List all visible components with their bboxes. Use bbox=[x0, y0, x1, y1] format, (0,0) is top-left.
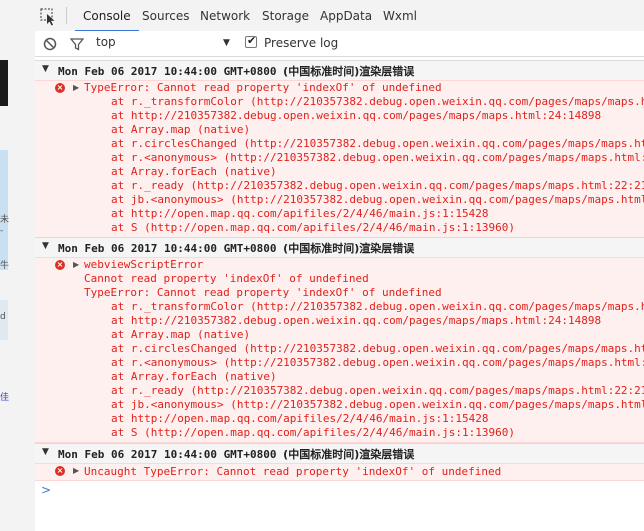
tab-appdata[interactable]: AppData bbox=[320, 0, 372, 31]
error-line: Cannot read property 'indexOf' of undefi… bbox=[84, 272, 369, 285]
console-group-header[interactable]: ▼ Mon Feb 06 2017 10:44:00 GMT+0800 (中国标… bbox=[35, 60, 644, 81]
stack-line[interactable]: at r._transformColor (http://210357382.d… bbox=[111, 95, 644, 109]
stack-line: at Array.map (native) bbox=[111, 328, 251, 341]
stack-line[interactable]: at r._ready (http://210357382.debug.open… bbox=[111, 179, 644, 193]
chevron-down-icon: ▼ bbox=[223, 38, 230, 48]
tab-sources[interactable]: Sources bbox=[142, 0, 189, 31]
console-group-header[interactable]: ▼ Mon Feb 06 2017 10:44:00 GMT+0800 (中国标… bbox=[35, 237, 644, 258]
stack-line: at Array.map (native) bbox=[111, 123, 251, 136]
background-char: 佳 bbox=[0, 393, 10, 403]
console-output: ▼ Mon Feb 06 2017 10:44:00 GMT+0800 (中国标… bbox=[35, 57, 644, 531]
prompt-chevron-icon: > bbox=[41, 483, 52, 497]
console-toolbar: top ▼ ✔ Preserve log bbox=[35, 31, 644, 57]
error-line: TypeError: Cannot read property 'indexOf… bbox=[84, 286, 442, 299]
devtools-panel: Console Sources Network Storage AppData … bbox=[35, 0, 644, 531]
background-char: 未 bbox=[0, 215, 10, 225]
preserve-log-label[interactable]: Preserve log bbox=[264, 36, 338, 50]
stack-line[interactable]: at S (http://open.map.qq.com/apifiles/2/… bbox=[111, 426, 515, 440]
stack-line[interactable]: at S (http://open.map.qq.com/apifiles/2/… bbox=[111, 221, 515, 235]
inspect-element-icon[interactable] bbox=[37, 5, 59, 27]
stack-line: at Array.forEach (native) bbox=[111, 370, 277, 383]
stack-line[interactable]: at r._transformColor (http://210357382.d… bbox=[111, 300, 644, 314]
triangle-down-icon: ▼ bbox=[42, 64, 49, 74]
group-timestamp: Mon Feb 06 2017 10:44:00 GMT+0800 (中国标准时… bbox=[58, 242, 415, 255]
error-icon: × bbox=[55, 83, 65, 93]
error-icon: × bbox=[55, 466, 65, 476]
error-message: × ▶ Uncaught TypeError: Cannot read prop… bbox=[35, 463, 644, 481]
tab-separator bbox=[66, 7, 67, 24]
stack-line[interactable]: at r.circlesChanged (http://210357382.de… bbox=[111, 137, 644, 151]
context-select-value: top bbox=[96, 35, 116, 49]
background-dark-block bbox=[0, 60, 8, 106]
error-line: webviewScriptError bbox=[84, 258, 204, 271]
error-line: TypeError: Cannot read property 'indexOf… bbox=[84, 81, 442, 94]
group-timestamp: Mon Feb 06 2017 10:44:00 GMT+0800 (中国标准时… bbox=[58, 448, 415, 461]
tab-wxml[interactable]: Wxml bbox=[383, 0, 417, 31]
background-map-block bbox=[0, 150, 8, 270]
error-icon: × bbox=[55, 260, 65, 270]
stack-line[interactable]: at r.<anonymous> (http://210357382.debug… bbox=[111, 356, 644, 370]
stack-line: at Array.forEach (native) bbox=[111, 165, 277, 178]
console-group-header[interactable]: ▼ Mon Feb 06 2017 10:44:00 GMT+0800 (中国标… bbox=[35, 443, 644, 464]
error-message: × ▶ TypeError: Cannot read property 'ind… bbox=[35, 80, 644, 238]
stack-line[interactable]: at http://open.map.qq.com/apifiles/2/4/4… bbox=[111, 207, 489, 221]
stack-line[interactable]: at jb.<anonymous> (http://210357382.debu… bbox=[111, 193, 644, 207]
tab-console[interactable]: Console bbox=[75, 0, 139, 32]
stack-line[interactable]: at jb.<anonymous> (http://210357382.debu… bbox=[111, 398, 644, 412]
preserve-log-checkbox[interactable]: ✔ bbox=[245, 34, 257, 48]
triangle-down-icon: ▼ bbox=[42, 241, 49, 251]
stack-line[interactable]: at http://210357382.debug.open.weixin.qq… bbox=[111, 314, 601, 328]
background-char: d bbox=[0, 312, 6, 322]
background-page-strip: 未 - 牛 d 佳 bbox=[0, 0, 36, 531]
console-prompt[interactable]: > bbox=[35, 483, 644, 499]
context-select[interactable]: top ▼ bbox=[93, 34, 233, 53]
tab-network[interactable]: Network bbox=[200, 0, 250, 31]
background-char: 牛 bbox=[0, 261, 10, 271]
group-timestamp: Mon Feb 06 2017 10:44:00 GMT+0800 (中国标准时… bbox=[58, 65, 415, 78]
stack-line[interactable]: at http://open.map.qq.com/apifiles/2/4/4… bbox=[111, 412, 489, 426]
stack-line[interactable]: at r.circlesChanged (http://210357382.de… bbox=[111, 342, 644, 356]
error-message: × ▶ webviewScriptError Cannot read prope… bbox=[35, 257, 644, 443]
filter-icon[interactable] bbox=[69, 36, 85, 51]
background-char: - bbox=[0, 226, 4, 236]
error-line: Uncaught TypeError: Cannot read property… bbox=[84, 465, 502, 478]
expand-triangle-icon[interactable]: ▶ bbox=[73, 466, 79, 475]
stack-line[interactable]: at http://210357382.debug.open.weixin.qq… bbox=[111, 109, 601, 123]
stack-line[interactable]: at r.<anonymous> (http://210357382.debug… bbox=[111, 151, 644, 165]
tab-storage[interactable]: Storage bbox=[262, 0, 309, 31]
checkmark-icon: ✔ bbox=[247, 34, 257, 47]
clear-console-icon[interactable] bbox=[43, 36, 57, 51]
devtools-tab-bar: Console Sources Network Storage AppData … bbox=[35, 0, 644, 32]
stack-line[interactable]: at r._ready (http://210357382.debug.open… bbox=[111, 384, 644, 398]
triangle-down-icon: ▼ bbox=[42, 447, 49, 457]
expand-triangle-icon[interactable]: ▶ bbox=[73, 83, 79, 92]
expand-triangle-icon[interactable]: ▶ bbox=[73, 260, 79, 269]
